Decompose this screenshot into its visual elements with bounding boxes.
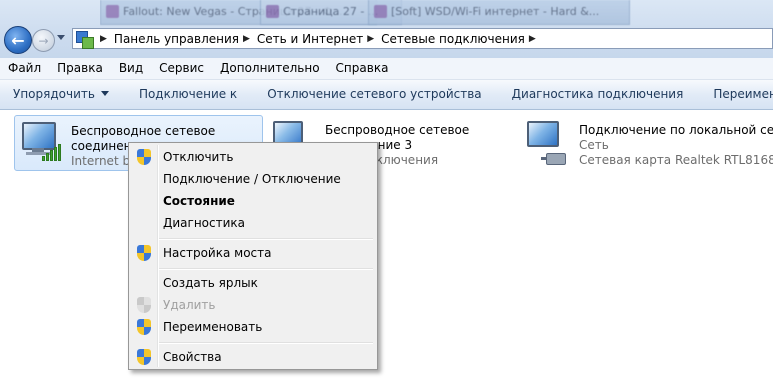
recent-pages-dropdown-icon[interactable] — [57, 35, 65, 40]
menu-item-label: Создать ярлык — [163, 276, 258, 290]
menu-item-rename[interactable]: Переименовать — [131, 316, 375, 338]
organize-button[interactable]: Упорядочить — [0, 80, 124, 109]
ethernet-cable-icon — [541, 153, 566, 165]
forward-arrow-icon: → — [38, 33, 49, 48]
page-icon — [374, 5, 387, 18]
breadcrumb-network-connections[interactable]: Сетевые подключения — [381, 32, 525, 46]
menu-item-label: Переименовать — [163, 320, 263, 334]
command-bar: Упорядочить Подключение к Отключение сет… — [0, 80, 773, 110]
menu-tools[interactable]: Сервис — [151, 58, 212, 79]
connection-device: Сетевая карта Realtek RTL8168B/... — [579, 153, 773, 167]
connection-item-lan[interactable]: Подключение по локальной сети Сеть Сетев… — [522, 115, 773, 171]
menu-item-label: Удалить — [163, 298, 216, 312]
menu-help[interactable]: Справка — [328, 58, 397, 79]
control-panel-icon — [76, 30, 94, 49]
menu-item-label: Свойства — [163, 350, 222, 364]
menu-separator — [159, 268, 373, 270]
background-tab[interactable]: [Soft] WSD/Wi-Fi интернет - Hard &... — [368, 0, 630, 25]
address-bar-area: Fallout: New Vegas - Страница 27 - Ф... … — [0, 0, 773, 58]
forward-button[interactable]: → — [32, 29, 55, 52]
menu-item-label: Отключить — [163, 150, 234, 164]
menu-item-label: Состояние — [163, 194, 235, 208]
breadcrumb-arrow-icon[interactable]: ▶ — [529, 34, 536, 44]
menu-separator — [159, 238, 373, 240]
menu-advanced[interactable]: Дополнительно — [212, 58, 328, 79]
breadcrumb-control-panel[interactable]: Панель управления — [114, 32, 239, 46]
menu-separator — [159, 342, 373, 344]
menu-item-diagnostics[interactable]: Диагностика — [131, 212, 375, 234]
menu-edit[interactable]: Правка — [49, 58, 111, 79]
uac-shield-icon — [137, 319, 151, 335]
menu-file[interactable]: Файл — [0, 58, 49, 79]
uac-shield-icon — [137, 245, 151, 261]
disable-device-button[interactable]: Отключение сетевого устройства — [252, 80, 496, 109]
connection-text: Подключение по локальной сети Сеть Сетев… — [579, 123, 773, 168]
menu-item-bridge[interactable]: Настройка моста — [131, 242, 375, 264]
chevron-down-icon — [100, 91, 109, 96]
connections-list: Беспроводное сетевое соединение Internet… — [0, 110, 773, 381]
back-arrow-icon: ← — [11, 30, 25, 50]
menu-item-disable[interactable]: Отключить — [131, 146, 375, 168]
tab-title: Страница 27 - ... — [283, 5, 379, 18]
menu-item-properties[interactable]: Свойства — [131, 346, 375, 368]
connection-status: Сеть — [579, 138, 609, 152]
uac-shield-icon — [137, 149, 151, 165]
diagnose-button[interactable]: Диагностика подключения — [497, 80, 699, 109]
connect-to-button[interactable]: Подключение к — [124, 80, 252, 109]
menu-view[interactable]: Вид — [111, 58, 151, 79]
connection-name: Беспроводное сетевое — [325, 123, 470, 137]
rename-button[interactable]: Переименование подкл — [698, 80, 773, 109]
page-icon — [266, 5, 279, 18]
menu-item-delete: Удалить — [131, 294, 375, 316]
menu-item-label: Настройка моста — [163, 246, 272, 260]
breadcrumb-arrow-icon[interactable]: ▶ — [243, 34, 250, 44]
uac-shield-icon — [137, 297, 151, 313]
address-field[interactable]: ▶ Панель управления ▶ Сеть и Интернет ▶ … — [72, 28, 773, 49]
breadcrumb-arrow-icon[interactable]: ▶ — [367, 34, 374, 44]
breadcrumb-network-internet[interactable]: Сеть и Интернет — [257, 32, 363, 46]
signal-strength-icon — [42, 144, 61, 161]
background-tabs: Fallout: New Vegas - Страница 27 - Ф... … — [100, 0, 773, 26]
menu-item-connect-disconnect[interactable]: Подключение / Отключение — [131, 168, 375, 190]
breadcrumb-arrow-icon[interactable]: ▶ — [100, 34, 107, 44]
menu-bar: Файл Правка Вид Сервис Дополнительно Спр… — [0, 58, 773, 80]
connection-name: Подключение по локальной сети — [579, 123, 773, 137]
menu-item-label: Подключение / Отключение — [163, 172, 341, 186]
context-menu: Отключить Подключение / Отключение Состо… — [128, 142, 378, 370]
organize-label: Упорядочить — [13, 87, 95, 101]
uac-shield-icon — [137, 349, 151, 365]
tab-title: [Soft] WSD/Wi-Fi интернет - Hard &... — [391, 5, 600, 18]
menu-item-status[interactable]: Состояние — [131, 190, 375, 212]
menu-item-create-shortcut[interactable]: Создать ярлык — [131, 272, 375, 294]
connection-name: Беспроводное сетевое — [71, 124, 216, 138]
menu-item-label: Диагностика — [163, 216, 246, 230]
back-button[interactable]: ← — [4, 26, 32, 54]
page-icon — [106, 5, 119, 18]
